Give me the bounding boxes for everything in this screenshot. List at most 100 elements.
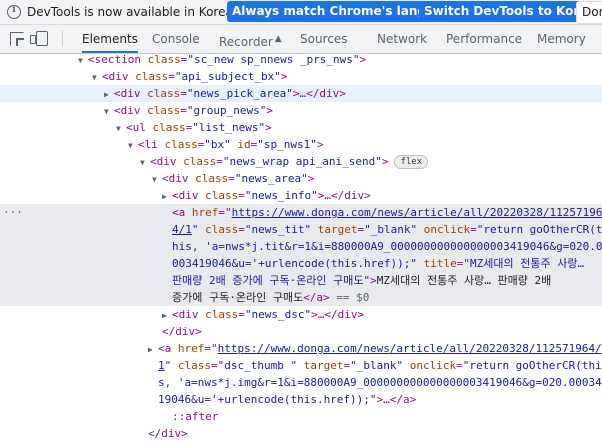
attr-value: "news_area" [234, 172, 308, 185]
tag-open: <li [138, 138, 158, 151]
attr-value: his, 'a=nws*j.tit&r=1&i=880000A9_0000000… [172, 240, 602, 253]
dom-node-news-tit-line4: 003419046&u='+urlencode(this.href));" ti… [172, 257, 591, 270]
attr-name: onclick [423, 223, 471, 236]
attr-value: "MZ세대의 전통주 사랑… [463, 257, 591, 270]
dom-node-news-area[interactable]: ▼ <div class="news_area"> [0, 170, 602, 187]
expand-arrow-icon[interactable]: ▼ [78, 52, 88, 69]
tab-network[interactable]: Network [377, 25, 427, 53]
attr-value: "_blank" [364, 223, 418, 236]
attr-value: "group_news" [186, 104, 267, 117]
dom-node-news-wrap[interactable]: ▼ <div class="news_wrap api_ani_send"> fle… [0, 153, 602, 170]
device-toolbar-icon[interactable] [30, 31, 48, 46]
attr-value: "dsc_thumb " [217, 359, 298, 372]
tag-open: <a [172, 206, 186, 219]
attr-name: title [423, 257, 457, 270]
toolbar-divider [62, 31, 63, 47]
expand-arrow-icon[interactable]: ▼ [152, 171, 162, 188]
dont-show-again-button[interactable]: Don [576, 1, 602, 24]
tag-open: <div [172, 189, 199, 202]
dom-node-dsc-thumb-line2: 1" class="dsc_thumb " target="_blank" on… [0, 357, 602, 374]
attr-name: href [177, 342, 205, 355]
dom-node-news-tit-line6: 증가에 구독·온라인 구매도</a> == $0 [0, 289, 602, 306]
attr-value: "return goOtherCR(t [476, 223, 602, 236]
dom-node-api-subject-bx[interactable]: ▼ <div class="api_subject_bx"> [0, 68, 602, 85]
dom-node-news-dsc[interactable]: ▶ <div class="news_dsc">…</div> [0, 306, 602, 323]
attr-name: href [191, 206, 219, 219]
attr-name: target [303, 359, 344, 372]
tag-close: > [370, 274, 377, 287]
attr-value: "news_wrap api_ani_send" [222, 155, 382, 168]
tab-memory[interactable]: Memory [537, 25, 586, 53]
href-link-cont[interactable]: 1 [158, 359, 165, 372]
tag-close: > [316, 138, 324, 151]
expand-arrow-icon[interactable]: ▼ [140, 154, 150, 171]
expand-arrow-icon[interactable]: ▼ [128, 137, 138, 154]
dom-node-dsc-thumb[interactable]: ▶ <a href="https://www.donga.com/news/art… [0, 340, 602, 357]
expand-arrow-icon[interactable]: ▼ [104, 103, 114, 120]
attr-value: 19046&u='+urlencode(this.href));" [158, 393, 377, 406]
href-link-cont[interactable]: 4/1 [172, 223, 192, 236]
attr-value: "bx" [204, 138, 231, 151]
attr-value: 003419046&u='+urlencode(this.href));" [172, 257, 418, 270]
devtools-toolbar: Elements Console Recorder ▲ Sources Netwo… [0, 25, 602, 54]
attr-name: class [177, 359, 211, 372]
tab-console[interactable]: Console [152, 25, 200, 53]
dom-node-news-tit[interactable]: <a href="https://www.donga.com/news/arti… [0, 204, 602, 221]
attr-name: class [205, 308, 239, 321]
tag-open: <div [172, 308, 199, 321]
tab-recorder[interactable]: Recorder ▲ [219, 25, 282, 53]
tag-close: >…</div> [317, 189, 371, 202]
attr-value: "_blank" [350, 359, 404, 372]
dom-node-dsc-thumb-line3: s, 'a=nws*j.img&r=1&i=880000A9_000000000… [0, 374, 602, 391]
dom-node-after-pseudo[interactable]: ::after [0, 408, 602, 425]
dom-node-news-tit-line3: his, 'a=nws*j.tit&r=1&i=880000A9_0000000… [0, 238, 602, 255]
text-node: MZ세대의 전통주 사랑… 판매량 2배 [376, 274, 552, 287]
expand-arrow-icon[interactable]: ▼ [92, 69, 102, 86]
dom-node-news-tit-line2: 4/1" class="news_tit" target="_blank" on… [172, 223, 602, 236]
attr-name: target [317, 223, 358, 236]
selected-marker: == $0 [329, 291, 370, 304]
attr-name: class [135, 70, 169, 83]
dom-node-news-pick-area[interactable]: ▶ <div class="news_pick_area">…</div> [0, 85, 602, 102]
collapse-arrow-icon[interactable]: ▶ [162, 188, 172, 205]
tag-close: > [307, 172, 315, 185]
collapse-arrow-icon[interactable]: ▶ [104, 86, 114, 103]
collapse-arrow-icon[interactable]: ▶ [162, 307, 172, 324]
collapse-arrow-icon[interactable]: ▶ [148, 341, 158, 358]
tab-elements[interactable]: Elements [82, 25, 138, 53]
href-link[interactable]: https://www.donga.com/news/article/all/2… [218, 342, 602, 355]
dom-node-close-div[interactable]: </div> [0, 323, 602, 340]
flex-badge[interactable]: flex [394, 155, 429, 169]
attr-value: "return goOtherCR(this [462, 359, 602, 372]
dom-node-list-news[interactable]: ▼ <ul class="list_news"> [0, 119, 602, 136]
attr-value: "news_info" [244, 189, 318, 202]
dom-node-li-bx[interactable]: ▼ <li class="bx" id="sp_nws1"> [0, 136, 602, 153]
href-link[interactable]: https://www.donga.com/news/article/all/2… [232, 206, 602, 219]
attr-name: class [205, 189, 239, 202]
attr-value: s, 'a=nws*j.img&r=1&i=880000A9_000000000… [158, 376, 602, 389]
infobar-message: DevTools is now available in Korean! [27, 5, 246, 19]
dom-node-close-div-2[interactable]: </div> [0, 425, 602, 442]
tag-close: > [280, 70, 288, 83]
attr-value: "news_pick_area" [186, 87, 293, 100]
tab-performance[interactable]: Performance [446, 25, 522, 53]
dom-node-section[interactable]: ▼ <section class="sc_new sp_nnews _prs_nw… [0, 51, 602, 68]
attr-name: onclick [409, 359, 457, 372]
dom-node-group-news[interactable]: ▼ <div class="group_news"> [0, 102, 602, 119]
attr-name: class [164, 138, 198, 151]
tag-open: <div [162, 172, 189, 185]
tag-close: > [266, 104, 273, 117]
dom-node-news-info[interactable]: ▶ <div class="news_info">…</div> [0, 187, 602, 204]
tab-sources[interactable]: Sources [300, 25, 347, 53]
tag-close: </a> [303, 291, 330, 304]
language-infobar: DevTools is now available in Korean! Alw… [0, 0, 602, 25]
attr-name: class [183, 155, 217, 168]
tab-recorder-label: Recorder [219, 35, 273, 49]
attr-name: class [205, 223, 239, 236]
expand-arrow-icon[interactable]: ▼ [116, 120, 126, 137]
text-node: 증가에 구독·온라인 구매도 [172, 291, 304, 304]
dom-node-dsc-thumb-line4: 19046&u='+urlencode(this.href));">…</a> [0, 391, 602, 408]
switch-to-korean-button[interactable]: Switch DevTools to Korean [419, 1, 602, 22]
inspect-element-icon[interactable] [10, 32, 24, 46]
tag-close: >…</div> [311, 308, 365, 321]
